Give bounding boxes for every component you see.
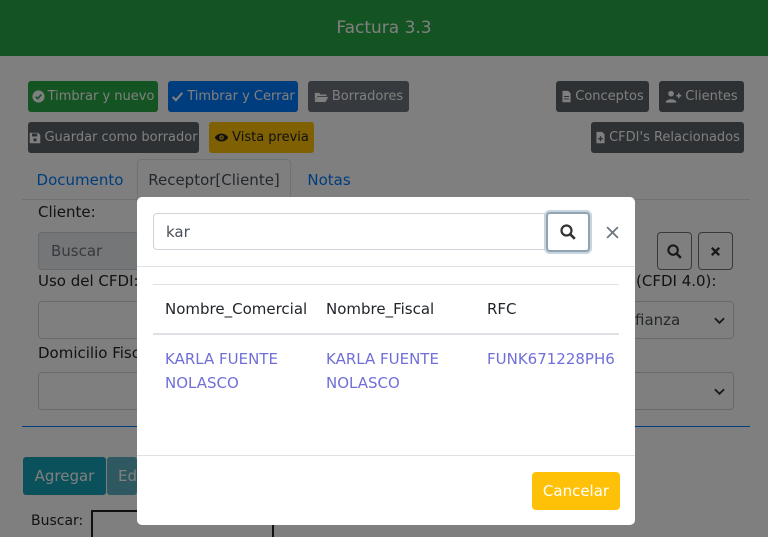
col-nombre-fiscal: Nombre_Fiscal <box>326 300 435 318</box>
table-head-border <box>153 333 619 335</box>
search-icon <box>560 224 576 240</box>
cell-nombre-fiscal[interactable]: KARLA FUENTE NOLASCO <box>326 347 439 395</box>
col-rfc: RFC <box>487 300 517 318</box>
cell-nombre-comercial[interactable]: KARLA FUENTE NOLASCO <box>165 347 278 395</box>
table-top-border <box>153 284 619 285</box>
cell-rfc[interactable]: FUNK671228PH6 <box>487 347 615 371</box>
cancel-button[interactable]: Cancelar <box>532 472 620 510</box>
modal-footer-divider <box>137 455 635 456</box>
modal-search-input[interactable] <box>154 214 545 249</box>
client-search-modal: Nombre_Comercial Nombre_Fiscal RFC KARLA… <box>137 197 635 525</box>
col-nombre-comercial: Nombre_Comercial <box>165 300 308 318</box>
modal-search-field[interactable] <box>153 213 546 250</box>
close-icon <box>605 225 619 239</box>
modal-header-divider <box>137 266 635 267</box>
modal-close-button[interactable] <box>602 222 622 242</box>
modal-search-button[interactable] <box>546 212 590 252</box>
